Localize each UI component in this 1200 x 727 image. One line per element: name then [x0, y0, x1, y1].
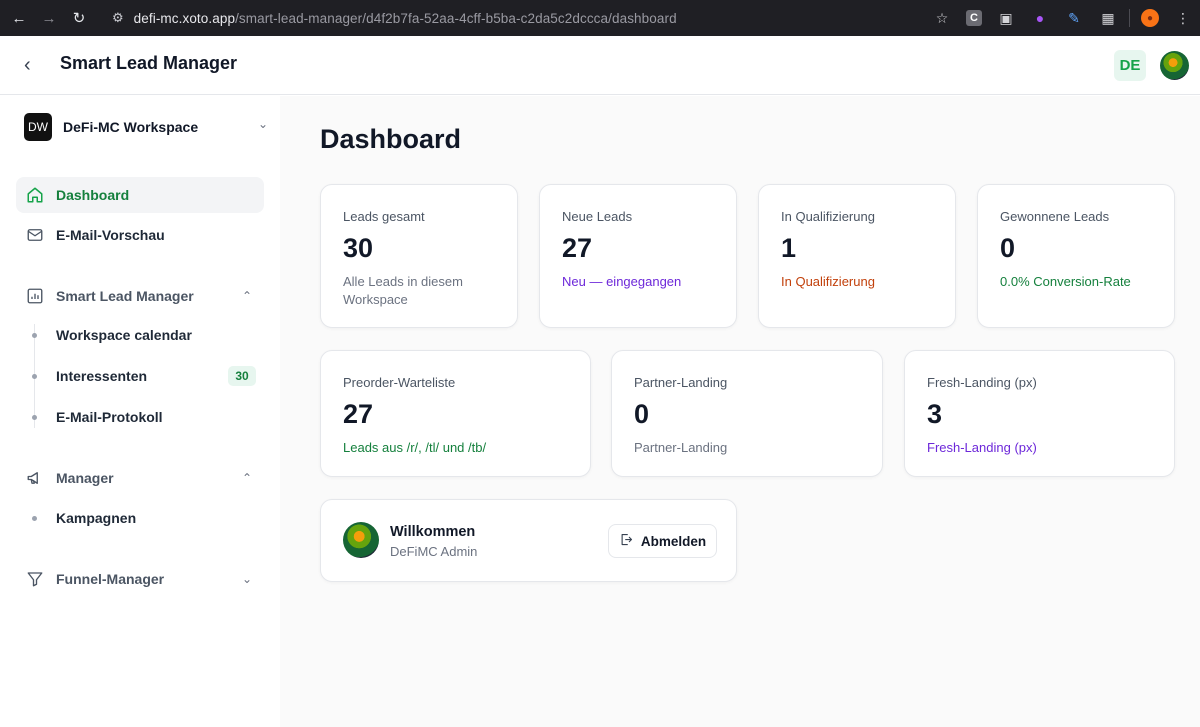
language-switcher[interactable]: DE — [1114, 50, 1146, 81]
stat-value: 0 — [634, 399, 650, 429]
logout-button[interactable]: Abmelden — [608, 524, 717, 558]
sidebar-item-email-preview[interactable]: E-Mail-Vorschau — [16, 217, 264, 253]
sidebar-item-label: Interessenten — [56, 368, 148, 384]
profile-avatar-icon[interactable]: ● — [1141, 9, 1159, 27]
extensions-puzzle-icon[interactable]: ▦ — [1098, 8, 1118, 28]
extension-c-icon[interactable]: C — [966, 10, 982, 26]
sidebar-item-label: E-Mail-Protokoll — [56, 409, 163, 425]
sidebar-item-label: E-Mail-Vorschau — [56, 227, 165, 243]
logout-icon — [619, 532, 634, 550]
extensions-area: ☆ C ▣ ● ✎ ▦ ● ⋮ — [925, 0, 1200, 36]
sidebar-group-manager[interactable]: Manager ⌃ — [16, 460, 264, 496]
stat-subtext: Alle Leads in diesem Workspace — [343, 274, 463, 307]
stat-label: Leads gesamt — [343, 209, 425, 224]
stat-label: Fresh-Landing (px) — [927, 375, 1037, 390]
stat-label: In Qualifizierung — [781, 209, 875, 224]
sidebar-item-label: Kampagnen — [56, 510, 137, 526]
sidebar-item-interessenten[interactable]: Interessenten 30 — [24, 361, 264, 391]
stat-subtext: Partner-Landing — [634, 440, 728, 455]
stat-subtext: In Qualifizierung — [781, 274, 875, 289]
welcome-title: Willkommen — [390, 524, 476, 540]
sidebar-group-label: Funnel-Manager — [56, 571, 165, 587]
welcome-user-name: DeFiMC Admin — [390, 544, 478, 559]
sidebar-item-email-protokoll[interactable]: E-Mail-Protokoll — [24, 402, 264, 432]
stat-subtext: Neu — eingegangen — [562, 274, 682, 289]
app-header: ‹ Smart Lead Manager DE — [0, 36, 1200, 95]
sidebar: DW DeFi-MC Workspace ⌄ Dashboard E-Mail-… — [0, 96, 280, 727]
stat-label: Neue Leads — [562, 209, 633, 224]
extension-pen-icon[interactable]: ✎ — [1064, 8, 1084, 28]
main-content: Dashboard Leads gesamt 30 Alle Leads in … — [280, 96, 1200, 727]
bullet-icon — [32, 373, 37, 379]
funnel-icon — [25, 569, 45, 589]
chevron-up-icon: ⌃ — [241, 289, 252, 303]
welcome-card: Willkommen DeFiMC Admin Abmelden — [320, 499, 737, 582]
stat-value: 30 — [343, 233, 374, 263]
sidebar-item-workspace-calendar[interactable]: Workspace calendar — [24, 320, 264, 350]
sidebar-group-label: Manager — [56, 470, 114, 486]
url-text[interactable]: defi-mc.xoto.app/smart-lead-manager/d4f2… — [134, 11, 677, 26]
stat-subtext: Fresh-Landing (px) — [927, 440, 1037, 455]
stat-label: Partner-Landing — [634, 375, 728, 390]
stat-subtext: Leads aus /r/, /tl/ und /tb/ — [343, 440, 487, 455]
stat-value: 1 — [781, 233, 797, 263]
stat-subtext: 0.0% Conversion-Rate — [1000, 274, 1131, 289]
browser-forward-icon[interactable]: → — [38, 7, 60, 29]
bullet-icon — [32, 515, 37, 521]
stat-card-leads-total: Leads gesamt 30 Alle Leads in diesem Wor… — [320, 184, 518, 328]
sidebar-item-dashboard[interactable]: Dashboard — [16, 177, 264, 213]
site-settings-icon[interactable]: ⚙ — [112, 10, 124, 26]
app-title: Smart Lead Manager — [60, 53, 238, 73]
sidebar-group-label: Smart Lead Manager — [56, 288, 194, 304]
stat-card-won-leads: Gewonnene Leads 0 0.0% Conversion-Rate — [977, 184, 1175, 328]
sidebar-item-kampagnen[interactable]: Kampagnen — [24, 503, 264, 533]
stat-label: Preorder-Warteliste — [343, 375, 456, 390]
stat-value: 27 — [562, 233, 593, 263]
stat-value: 27 — [343, 399, 374, 429]
sidebar-item-label: Dashboard — [56, 187, 130, 203]
workspace-switcher[interactable]: DW DeFi-MC Workspace ⌄ — [24, 112, 268, 142]
megaphone-icon — [25, 468, 45, 488]
user-avatar[interactable] — [1160, 51, 1189, 80]
stat-card-preorder-waitlist: Preorder-Warteliste 27 Leads aus /r/, /t… — [320, 350, 591, 477]
chevron-down-icon: ⌄ — [241, 572, 252, 586]
stat-card-in-qualification: In Qualifizierung 1 In Qualifizierung — [758, 184, 956, 328]
bullet-icon — [32, 332, 37, 338]
page-title: Dashboard — [320, 124, 462, 154]
browser-menu-icon[interactable]: ⋮ — [1173, 8, 1193, 28]
sidebar-item-label: Workspace calendar — [56, 327, 192, 343]
workspace-logo: DW — [24, 113, 52, 141]
stat-value: 3 — [927, 399, 943, 429]
extension-drop-icon[interactable]: ● — [1030, 8, 1050, 28]
back-chevron-icon[interactable]: ‹ — [24, 54, 44, 76]
browser-back-icon[interactable]: ← — [8, 7, 30, 29]
count-badge: 30 — [228, 366, 256, 386]
extension-cube-icon[interactable]: ▣ — [996, 8, 1016, 28]
browser-reload-icon[interactable]: ↻ — [68, 7, 90, 29]
workspace-name: DeFi-MC Workspace — [63, 119, 199, 135]
stat-card-fresh-landing: Fresh-Landing (px) 3 Fresh-Landing (px) — [904, 350, 1175, 477]
browser-toolbar: ← → ↻ ⚙ defi-mc.xoto.app/smart-lead-mana… — [0, 0, 1200, 36]
logout-label: Abmelden — [640, 533, 707, 549]
toolbar-divider — [1129, 9, 1130, 27]
mail-icon — [25, 225, 45, 245]
home-icon — [25, 185, 45, 205]
bar-chart-icon — [25, 286, 45, 306]
sidebar-group-funnel-manager[interactable]: Funnel-Manager ⌄ — [16, 561, 264, 597]
bullet-icon — [32, 414, 37, 420]
stat-value: 0 — [1000, 233, 1016, 263]
stat-card-partner-landing: Partner-Landing 0 Partner-Landing — [611, 350, 883, 477]
stat-card-new-leads: Neue Leads 27 Neu — eingegangen — [539, 184, 737, 328]
bookmark-star-icon[interactable]: ☆ — [932, 8, 952, 28]
sidebar-group-smart-lead-manager[interactable]: Smart Lead Manager ⌃ — [16, 278, 264, 314]
chevron-down-icon: ⌄ — [257, 117, 268, 131]
address-bar[interactable]: ⚙ defi-mc.xoto.app/smart-lead-manager/d4… — [112, 0, 677, 36]
chevron-up-icon: ⌃ — [241, 471, 252, 485]
welcome-avatar — [343, 522, 379, 558]
stat-label: Gewonnene Leads — [1000, 209, 1110, 224]
